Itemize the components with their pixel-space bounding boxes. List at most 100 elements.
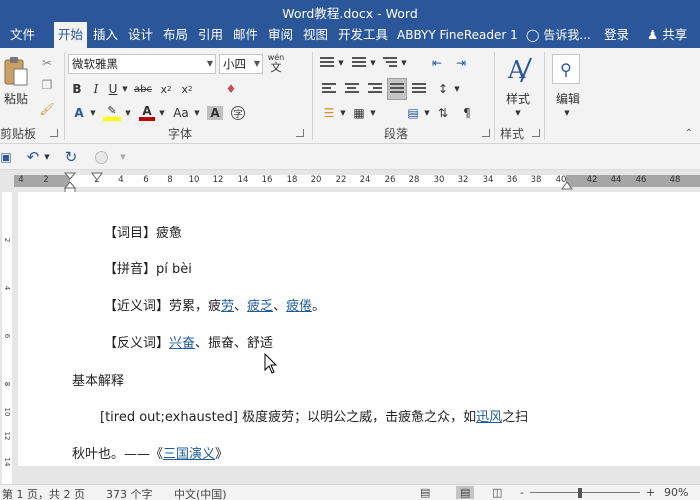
doc-line-pinyin[interactable]: 【拼音】pí bèi (104, 258, 192, 277)
show-marks-icon[interactable]: ¶ (458, 104, 476, 122)
sort-icon[interactable]: ⇅ (434, 104, 452, 122)
doc-line-entry[interactable]: 【词目】疲惫 (104, 222, 182, 241)
chevron-down-icon[interactable]: ▼ (339, 104, 347, 122)
font-launcher-icon[interactable] (296, 129, 304, 137)
link-pijuan[interactable]: 疲倦 (286, 299, 312, 314)
first-line-indent-icon[interactable] (91, 172, 103, 182)
share-button[interactable]: ♟ 共享 (647, 22, 687, 48)
chevron-down-icon[interactable]: ▼ (43, 148, 51, 166)
chevron-down-icon[interactable]: ▼ (369, 104, 377, 122)
font-color-icon[interactable]: A (137, 104, 157, 122)
doc-line-definition[interactable]: [tired out;exhausted] 极度疲劳；以明公之威，击疲惫之众，如… (100, 406, 528, 425)
char-shading-icon[interactable]: A (205, 104, 225, 122)
tab-view[interactable]: 视图 (299, 22, 332, 48)
cut-icon[interactable]: ✂ (38, 54, 56, 72)
tab-insert[interactable]: 插入 (89, 22, 122, 48)
zoom-out-button[interactable]: - (520, 486, 524, 499)
clear-formatting-icon[interactable]: ♦ (222, 80, 240, 98)
align-right-icon[interactable] (366, 80, 384, 98)
customize-qat-icon[interactable]: ▼ (118, 148, 128, 166)
tab-layout[interactable]: 布局 (159, 22, 192, 48)
highlight-icon[interactable]: ✎ (101, 104, 123, 122)
touch-mode-icon[interactable] (92, 148, 110, 166)
align-left-icon[interactable] (320, 80, 338, 98)
chevron-down-icon[interactable]: ▼ (561, 108, 573, 118)
tab-file[interactable]: 文件 (6, 22, 39, 48)
tab-references[interactable]: 引用 (194, 22, 227, 48)
language-indicator[interactable]: 中文(中国) (174, 486, 227, 500)
bullets-icon[interactable] (318, 54, 336, 72)
link-pifa[interactable]: 疲乏 (247, 299, 273, 314)
collapse-ribbon-icon[interactable]: ⌃ (682, 126, 696, 140)
search-icon[interactable]: ⚲ (552, 54, 580, 84)
redo-icon[interactable]: ↻ (62, 148, 80, 166)
chevron-down-icon[interactable]: ▼ (369, 54, 377, 72)
decrease-indent-icon[interactable]: ⇤ (428, 54, 446, 72)
line-spacing-icon[interactable]: ↕ (434, 80, 452, 98)
increase-indent-icon[interactable]: ⇥ (452, 54, 470, 72)
shading-icon[interactable]: ☰ (320, 104, 338, 122)
word-count[interactable]: 373 个字 (106, 486, 153, 500)
doc-line-source[interactable]: 秋叶也。——《三国演义》 (72, 443, 228, 462)
paste-button[interactable] (2, 54, 30, 88)
justify-icon[interactable] (387, 78, 407, 100)
change-case-button[interactable]: Aa (170, 104, 192, 122)
signin-button[interactable]: 登录 (604, 22, 629, 48)
document-page[interactable]: 【词目】疲惫 【拼音】pí bèi 【近义词】劳累，疲劳、疲乏、疲倦。 【反义词… (18, 192, 700, 466)
font-size-combo[interactable]: 小四 ▼ (219, 54, 263, 74)
doc-heading-basic[interactable]: 基本解释 (72, 370, 124, 389)
numbering-icon[interactable] (350, 54, 368, 72)
chevron-down-icon[interactable]: ▼ (423, 104, 431, 122)
borders-icon[interactable]: ▦ (350, 104, 368, 122)
underline-icon[interactable]: U (106, 80, 120, 98)
styles-launcher-icon[interactable] (532, 129, 540, 137)
horizontal-ruler[interactable]: 4 2 2 4 6 8 10 12 14 16 18 20 22 24 26 2… (0, 170, 700, 194)
bold-icon[interactable]: B (70, 80, 84, 98)
chevron-down-icon[interactable]: ▼ (512, 108, 524, 118)
clipboard-launcher-icon[interactable] (50, 129, 58, 137)
chevron-down-icon[interactable]: ▼ (193, 104, 201, 122)
zoom-slider-track[interactable] (530, 492, 640, 493)
undo-icon[interactable]: ↶ (24, 148, 42, 166)
distributed-icon[interactable] (410, 80, 428, 98)
styles-button[interactable]: A (504, 52, 534, 88)
chevron-down-icon[interactable]: ▼ (158, 104, 166, 122)
tab-abbyy[interactable]: ABBYY FineReader 1 (393, 22, 522, 48)
vertical-ruler[interactable]: 2 4 6 8 10 12 14 (0, 192, 14, 484)
multilevel-list-icon[interactable] (381, 54, 399, 72)
save-icon[interactable]: ▣ (0, 148, 12, 166)
copy-icon[interactable]: ❐ (38, 76, 56, 94)
page-count[interactable]: 第 1 页，共 2 页 (2, 486, 85, 500)
tab-design[interactable]: 设计 (124, 22, 157, 48)
paragraph-launcher-icon[interactable] (482, 129, 490, 137)
link-sanguo[interactable]: 三国演义 (163, 447, 215, 462)
chevron-down-icon[interactable]: ▼ (121, 80, 129, 98)
chinese-layout-icon[interactable]: ▤ (404, 104, 422, 122)
print-layout-icon[interactable]: ▤ (456, 486, 475, 499)
text-effects-icon[interactable]: A (70, 104, 88, 122)
align-center-icon[interactable] (343, 80, 361, 98)
chevron-down-icon[interactable]: ▼ (89, 104, 97, 122)
right-indent-icon[interactable] (561, 181, 573, 191)
link-lao[interactable]: 劳 (221, 299, 234, 314)
link-xunfeng[interactable]: 迅风 (476, 410, 502, 425)
superscript-icon[interactable]: x2 (178, 80, 196, 98)
tab-home[interactable]: 开始 (54, 22, 88, 48)
chevron-down-icon[interactable]: ▼ (400, 54, 408, 72)
chevron-down-icon[interactable]: ▼ (337, 54, 345, 72)
read-mode-icon[interactable]: ▤ (420, 486, 430, 499)
tab-review[interactable]: 审阅 (264, 22, 297, 48)
chevron-down-icon[interactable]: ▼ (124, 104, 132, 122)
link-xingfen[interactable]: 兴奋 (169, 336, 195, 351)
subscript-icon[interactable]: x2 (157, 80, 175, 98)
chevron-down-icon[interactable]: ▼ (453, 80, 461, 98)
editing-label[interactable]: 编辑 (556, 90, 580, 107)
zoom-slider-thumb[interactable] (578, 488, 582, 498)
format-painter-icon[interactable]: 🖌 (38, 100, 56, 118)
zoom-in-button[interactable]: + (646, 486, 655, 499)
indent-marker-icon[interactable] (64, 172, 76, 194)
tab-mailings[interactable]: 邮件 (229, 22, 262, 48)
web-layout-icon[interactable]: ◫ (492, 486, 502, 499)
tell-me-box[interactable]: ◯ 告诉我... (526, 22, 591, 48)
italic-icon[interactable]: I (89, 80, 103, 98)
